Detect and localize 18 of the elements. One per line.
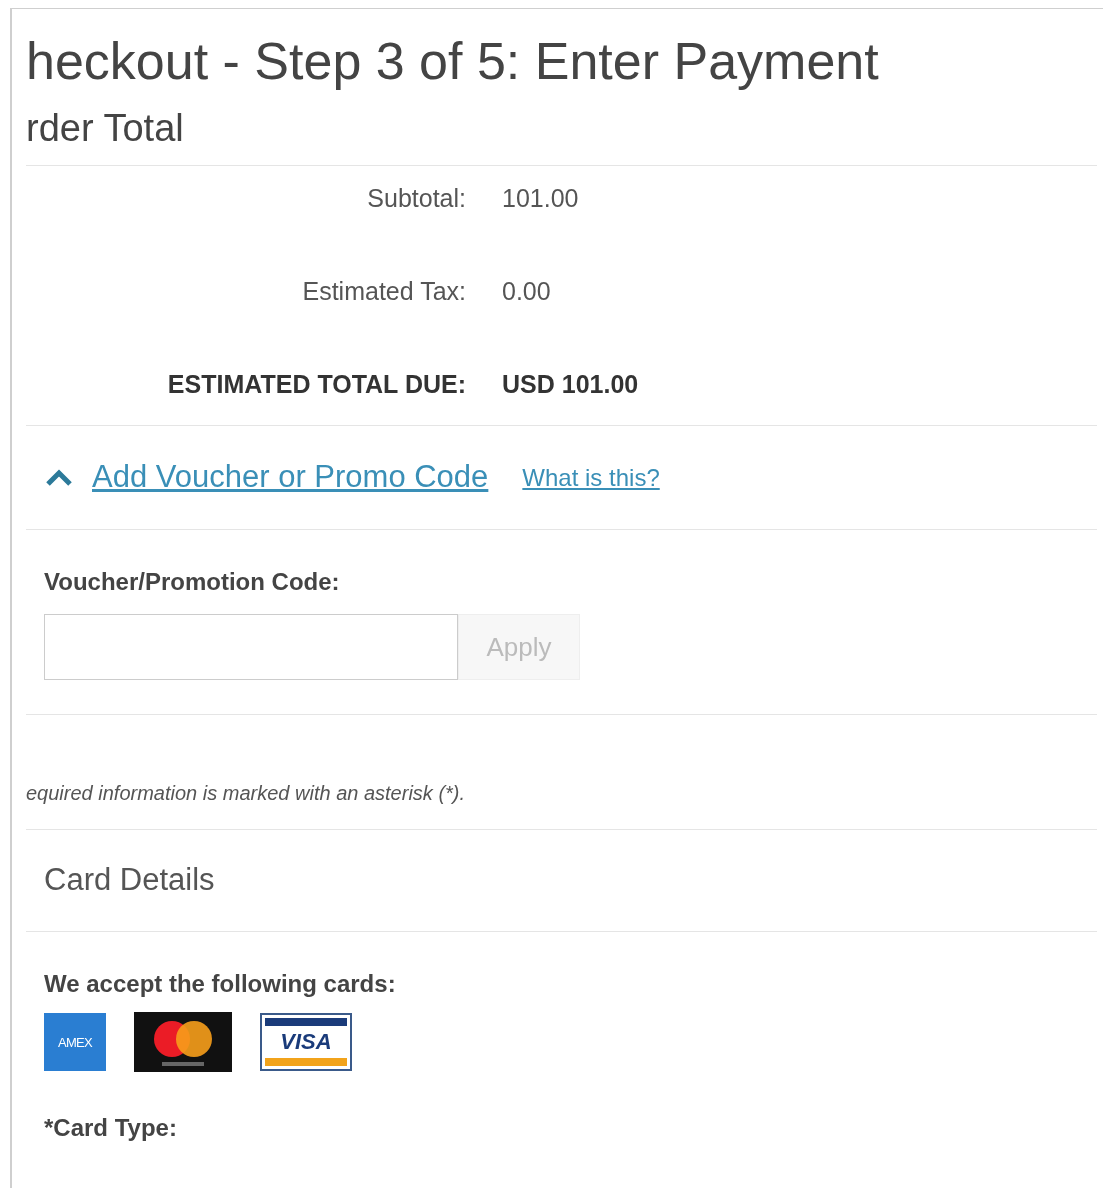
summary-label: Estimated Tax: [301, 279, 466, 304]
summary-value: USD 101.00 [502, 372, 639, 397]
summary-label: Subtotal: [366, 186, 466, 211]
card-logo-text: AMEX [57, 1035, 93, 1049]
accept-label: We accept the following cards: [44, 972, 397, 996]
summary-value: 0.00 [502, 279, 551, 304]
field-label: Voucher/Promotion Code: [44, 570, 341, 594]
summary-label: ESTIMATED TOTAL DUE: [166, 372, 466, 397]
voucher-toggle-link[interactable]: Add Voucher or Promo Code [44, 454, 489, 501]
required-note: equired information is marked with an asterisk (*). [26, 783, 467, 803]
card-logo-icon [134, 1012, 232, 1072]
field-label: *Card Type: [44, 1116, 178, 1140]
summary-value: 101.00 [502, 186, 579, 211]
voucher-code-field[interactable] [44, 614, 458, 680]
help-link[interactable]: What is this? [522, 459, 660, 496]
section-heading: rder Total [26, 109, 185, 147]
section-heading: Card Details [44, 861, 215, 900]
card-logo-text: VISA [279, 1031, 333, 1053]
